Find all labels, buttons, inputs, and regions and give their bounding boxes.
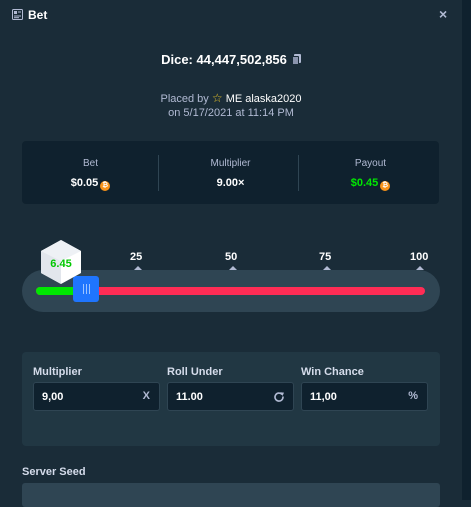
stat-bet-label: Bet [82,158,98,169]
roll-under-label: Roll Under [167,366,223,378]
stat-bet-value: $0.05 ₿ [22,177,159,191]
bet-stats-panel: Bet $0.05 ₿ Multiplier 9.00× Payout $0.45… [22,141,439,204]
bitcoin-icon: ₿ [380,181,391,191]
bet-id: 44,447,502,856 [196,52,287,67]
bet-date: on 5/17/2021 at 11:14 PM [168,107,294,119]
placed-by: Placed by ☆ ME alaska2020 [0,91,462,105]
multiplier-label: Multiplier [33,366,82,378]
star-icon: ☆ [211,91,223,105]
multiplier-field[interactable]: 9,00 X [33,382,160,411]
placed-by-prefix: Placed by [160,93,209,105]
stat-payout-label: Payout [354,158,387,169]
tick-label-25: 25 [130,251,143,263]
tick-label-100: 100 [410,251,429,263]
username-link[interactable]: ME alaska2020 [226,93,302,105]
tick-label-75: 75 [319,251,332,263]
page-background-strip [462,0,471,500]
stat-payout-value: $0.45 ₿ [302,177,439,191]
server-seed-label: Server Seed [22,466,86,478]
tick-label-50: 50 [225,251,238,263]
win-chance-value: 11,00 [310,391,337,403]
close-icon[interactable]: × [439,6,447,22]
multiplier-value: 9,00 [42,391,64,403]
multiplier-suffix: X [142,390,150,402]
stat-bet: Bet $0.05 ₿ [22,141,159,204]
bet-id-heading: Dice: 44,447,502,856 [0,52,462,67]
refresh-icon[interactable] [273,391,285,403]
win-chance-label: Win Chance [301,366,364,378]
dice-result-value: 6.45 [50,258,72,270]
roll-under-value: 11.00 [176,391,203,403]
server-seed-field[interactable] [22,483,440,507]
game-name: Dice: [161,52,193,67]
win-chance-field[interactable]: 11,00 % [301,382,428,411]
bitcoin-icon: ₿ [100,181,111,191]
roll-under-field[interactable]: 11.00 [167,382,294,411]
win-chance-suffix: % [408,390,418,402]
stat-multiplier-value: 9.00× [216,177,245,189]
modal-title: Bet [28,8,48,22]
modal-header: Bet × [0,0,462,30]
stat-multiplier: Multiplier 9.00× [162,141,299,204]
stat-multiplier-label: Multiplier [210,158,251,169]
bet-modal: Bet × Dice: 44,447,502,856 Placed by ☆ M… [0,0,462,507]
copy-icon[interactable] [291,54,301,65]
bet-ticket-icon [12,9,23,20]
stat-payout: Payout $0.45 ₿ [302,141,439,204]
